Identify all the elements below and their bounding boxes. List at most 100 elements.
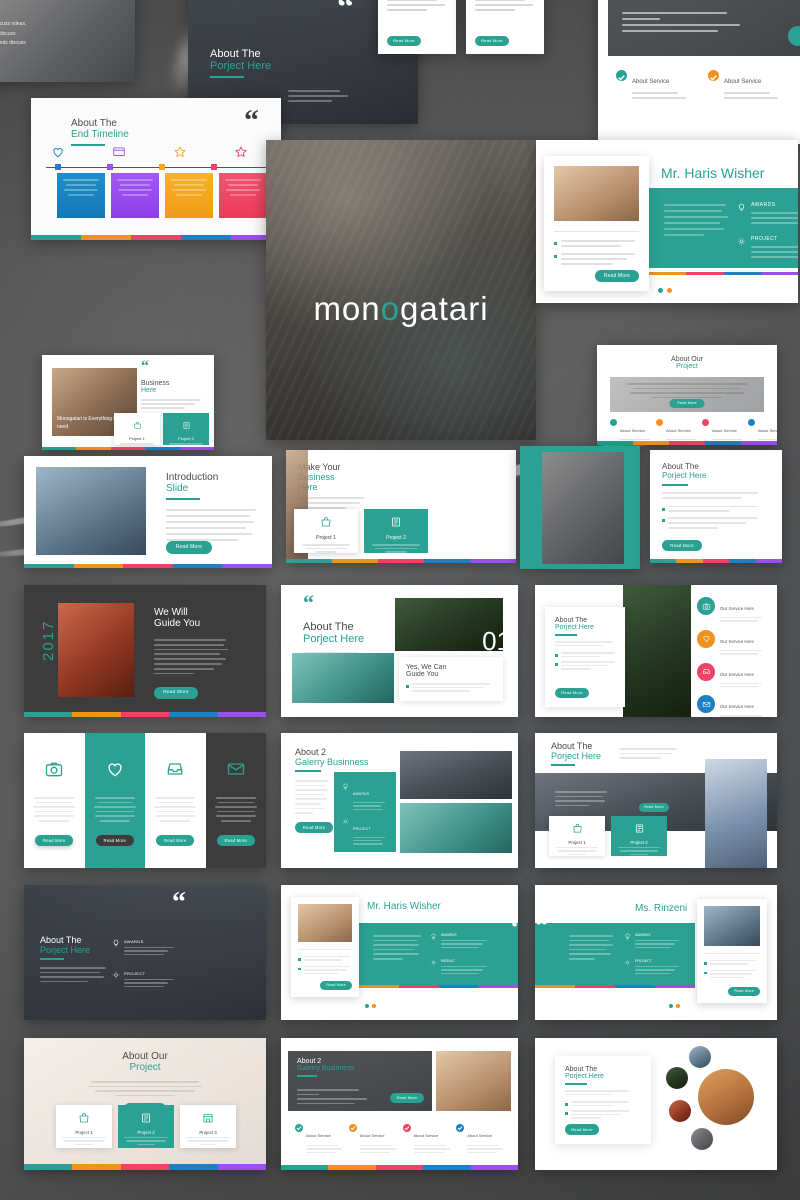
project-card[interactable]: Project 1 — [549, 816, 605, 856]
feature-column[interactable]: Read More — [205, 733, 266, 868]
slide-haris-top[interactable]: AWARDS PROJECT Mr. Haris Wisher Read Mor… — [536, 140, 798, 303]
read-more-button[interactable]: Read More — [728, 987, 760, 996]
project-card[interactable]: Project 2 — [611, 816, 667, 856]
slide-title-line1: About Our — [671, 356, 703, 363]
slide-top-card-b[interactable]: Read More — [466, 0, 544, 54]
timeline-card[interactable] — [111, 173, 159, 218]
quote-icon: “ — [511, 915, 518, 941]
slide-collage[interactable]: About The Porject Here Read More — [535, 1038, 777, 1170]
slide-man-project[interactable]: About The Porject Here Read More Project… — [535, 733, 777, 868]
timeline-card[interactable] — [219, 173, 267, 218]
color-bar — [281, 1165, 518, 1170]
person-card[interactable]: Read More — [697, 899, 767, 1003]
read-more-button[interactable]: Read More — [565, 1124, 599, 1135]
read-more-button[interactable]: Read More — [390, 1093, 424, 1103]
slide-end-timeline[interactable]: About The End Timeline “ — [31, 98, 281, 240]
slide-flowers[interactable]: About The Porject Here Read More Our Ser… — [535, 585, 777, 717]
slide-yes-guide[interactable]: “ About The Porject Here 01 Yes, We Can … — [281, 585, 518, 717]
service-item[interactable]: Our Service Here — [697, 662, 762, 688]
feature-column[interactable]: Read More — [145, 733, 206, 868]
project-label: PROJECT — [635, 959, 652, 963]
service-item[interactable]: About Service — [348, 1124, 397, 1153]
person-photo — [298, 904, 352, 942]
service-item[interactable]: Our Service Here — [697, 597, 762, 622]
person-card[interactable]: Read More — [544, 156, 649, 291]
read-more-button[interactable]: Read More — [156, 835, 195, 846]
slide-galerry-top[interactable]: Galerry Businness About Service — [598, 0, 800, 144]
project-card[interactable]: Project 3 — [180, 1105, 236, 1148]
service-item[interactable]: About Service — [456, 1124, 504, 1153]
service-item[interactable]: Our Service Here — [697, 695, 762, 717]
read-more-button[interactable]: Read More — [555, 688, 589, 698]
slide-photo-panel[interactable] — [520, 446, 640, 569]
slide-porject-right[interactable]: About The Porject Here Read More — [650, 450, 782, 563]
service-item[interactable]: About Service — [616, 70, 686, 99]
pagination-dots[interactable] — [658, 288, 672, 293]
feature-column[interactable]: Read More — [24, 733, 85, 868]
slide-haris-bottom[interactable]: AWARDS RESULT “ Mr. Haris Wisher Read Mo… — [281, 885, 518, 1020]
slide-top-left-photo[interactable]: ts discuss ndeas,ents discussall minds d… — [0, 0, 135, 82]
project-card[interactable]: Project 2 — [118, 1105, 174, 1148]
service-item[interactable]: About Service — [708, 70, 778, 99]
slide-about-our-project-top[interactable]: About Our Project Read More About Servic… — [597, 345, 777, 445]
service-item[interactable]: About Service — [295, 1124, 343, 1153]
star-icon — [235, 145, 247, 158]
slide-guide-you[interactable]: 2017 We Will Guide You Read More — [24, 585, 266, 717]
text-card[interactable]: About The Porject Here Read More — [545, 607, 625, 707]
project-card[interactable]: Project 1 — [56, 1105, 112, 1148]
pagination-dots[interactable] — [365, 1004, 376, 1008]
sub-card[interactable]: Yes, We Can Guide You — [399, 657, 503, 701]
sun-icon — [430, 959, 437, 966]
slide-business-here[interactable]: Monogatari is Everything that you need “… — [42, 355, 214, 450]
project-card[interactable]: Project 1 — [114, 413, 160, 448]
read-more-button[interactable]: Read More — [475, 36, 509, 46]
project-card[interactable]: Project 2 — [163, 413, 209, 448]
slide-top-card-a[interactable]: Read More — [378, 0, 456, 54]
service-item[interactable]: About Service — [402, 1124, 451, 1153]
service-item[interactable]: Our Service Here — [697, 629, 762, 655]
text-card[interactable]: About The Porject Here Read More — [555, 1056, 651, 1144]
bulb-icon — [738, 203, 745, 212]
bag-icon — [321, 517, 331, 527]
read-more-button[interactable]: Read More — [95, 835, 134, 846]
color-bar — [24, 564, 272, 568]
collage-photo — [689, 1046, 711, 1068]
slide-rinzeni[interactable]: “ AWARDS PROJECT Ms. Rinzeni Read More — [535, 885, 777, 1020]
feature-column[interactable]: Read More — [84, 733, 145, 868]
person-card[interactable]: Read More — [291, 897, 359, 997]
bulb-icon — [625, 933, 630, 940]
read-more-button[interactable]: Read More — [669, 399, 705, 408]
slide-four-columns[interactable]: Read More Read More Read More Read More — [24, 733, 266, 868]
hero-slide[interactable]: monogatari — [266, 140, 536, 440]
read-more-button[interactable]: Read More — [295, 821, 333, 833]
project-card[interactable]: Project 2 — [364, 509, 428, 553]
service-list: About Service About Service About Servic… — [295, 1124, 504, 1153]
store-icon — [203, 1114, 213, 1123]
slide-introduction[interactable]: Introduction Slide Read More — [24, 456, 272, 568]
slide-porject-laptop[interactable]: “ About The Porject Here AWARDS PROJECT — [24, 885, 266, 1020]
project-card[interactable]: Project 1 — [294, 509, 358, 553]
read-more-button[interactable]: Read More — [639, 803, 669, 812]
awards-block: AWARDS — [431, 933, 487, 948]
read-more-button[interactable]: Read More — [154, 687, 198, 699]
read-more-button[interactable]: Read More — [166, 541, 212, 554]
bulb-icon — [343, 783, 348, 790]
timeline-card[interactable] — [165, 173, 213, 218]
service-label: Our Service Here — [720, 638, 754, 644]
timeline-card[interactable] — [57, 173, 105, 218]
read-more-button[interactable]: Read More — [662, 540, 702, 551]
service-label: About Service — [666, 428, 691, 433]
read-more-button[interactable]: Read More — [35, 835, 74, 846]
slide-about2-gallery[interactable]: About 2 Galerry Businness Read More AWAR… — [281, 733, 518, 868]
read-more-button[interactable]: Read More — [320, 981, 352, 990]
read-more-button[interactable]: Read More — [387, 36, 421, 46]
slide-about2-bottom[interactable]: About 2 Galerry Businness Read More Abou… — [281, 1038, 518, 1170]
bag-icon — [79, 1113, 89, 1123]
slide-make-business[interactable]: Make Your Business Here Project 1 Projec… — [286, 450, 516, 563]
heart-icon — [53, 148, 63, 158]
slide-about-our-project[interactable]: About Our Project Read More Project 1 Pr… — [24, 1038, 266, 1170]
read-more-button[interactable]: Read More — [595, 270, 639, 282]
project-label: Project 1 — [568, 840, 586, 845]
read-more-button[interactable]: Read More — [216, 835, 255, 846]
pagination-dots[interactable] — [669, 1004, 680, 1008]
